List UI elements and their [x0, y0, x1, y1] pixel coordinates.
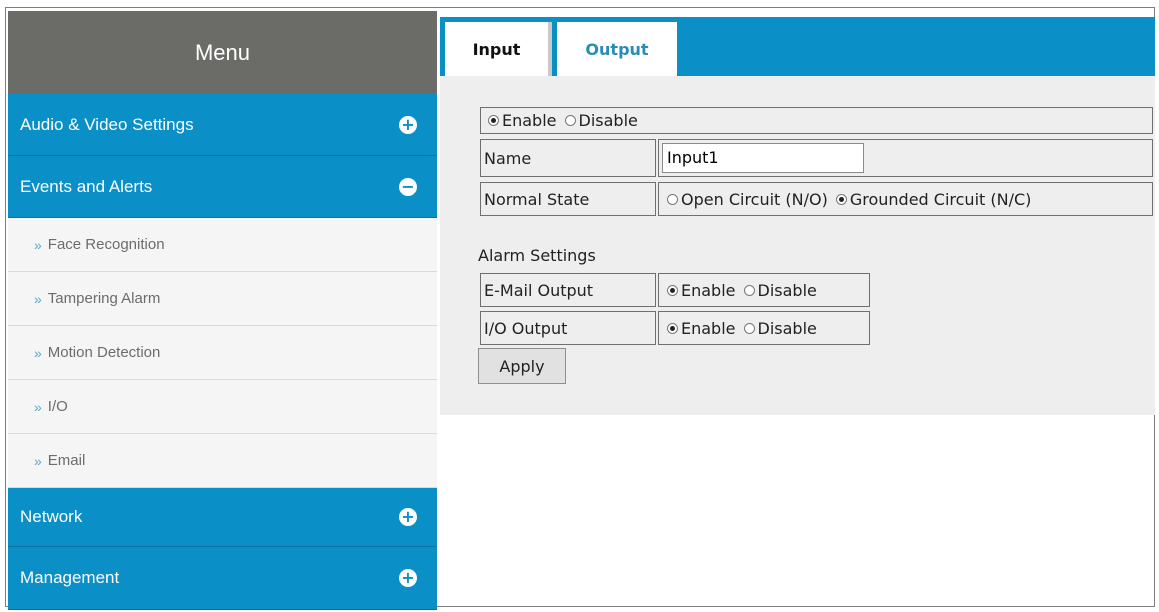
- email-output-label-cell: E-Mail Output: [480, 273, 656, 307]
- sidebar-item-label: Face Recognition: [47, 236, 165, 253]
- sidebar: Menu Audio & Video Settings + Events and…: [8, 11, 437, 610]
- chevron-right-icon: »: [34, 344, 42, 361]
- tab-output[interactable]: Output: [557, 22, 677, 76]
- sidebar-section-management[interactable]: Management +: [8, 547, 437, 610]
- sidebar-section-label: Management: [20, 568, 120, 587]
- tab-label: Input: [472, 39, 521, 59]
- io-output-enable-radio[interactable]: [667, 322, 678, 334]
- io-output-disable-radio[interactable]: [743, 322, 755, 334]
- io-output-label-cell: I/O Output: [480, 311, 656, 345]
- plus-circle-icon[interactable]: +: [399, 569, 417, 587]
- alarm-settings-title: Alarm Settings: [478, 246, 596, 265]
- email-enable-label: Enable: [681, 280, 736, 300]
- sidebar-section-events-alerts[interactable]: Events and Alerts −: [8, 156, 437, 218]
- sidebar-section-network[interactable]: Network +: [8, 488, 437, 547]
- plus-circle-icon[interactable]: +: [399, 115, 417, 134]
- sidebar-item-motion-detection[interactable]: » Motion Detection: [8, 326, 437, 380]
- sidebar-section-label: Audio & Video Settings: [20, 114, 194, 134]
- enable-radio[interactable]: [488, 115, 499, 126]
- sidebar-section-label: Network: [20, 507, 83, 526]
- sidebar-item-io[interactable]: » I/O: [8, 380, 437, 434]
- email-output-enable-radio[interactable]: [667, 284, 678, 296]
- minus-circle-icon[interactable]: −: [399, 177, 417, 196]
- name-label: Name: [484, 148, 532, 168]
- chevron-right-icon: »: [34, 236, 42, 253]
- email-output-label: E-Mail Output: [484, 280, 594, 300]
- sidebar-item-email[interactable]: » Email: [8, 434, 437, 488]
- disable-radio[interactable]: [564, 115, 576, 126]
- email-disable-label: Disable: [757, 280, 817, 300]
- name-label-cell: Name: [480, 139, 656, 177]
- grounded-circuit-label: Grounded Circuit (N/C): [849, 189, 1032, 209]
- grounded-circuit-radio[interactable]: [835, 193, 847, 205]
- name-input[interactable]: Input1: [662, 143, 864, 173]
- sidebar-item-label: Tampering Alarm: [47, 290, 161, 307]
- email-output-options: Enable Disable: [658, 273, 870, 307]
- email-output-disable-radio[interactable]: [743, 284, 755, 296]
- open-circuit-label: Open Circuit (N/O): [681, 189, 828, 209]
- tab-label: Output: [585, 39, 649, 59]
- sidebar-item-label: Motion Detection: [47, 344, 161, 361]
- sidebar-item-label: I/O: [47, 398, 68, 415]
- enable-row: Enable Disable: [480, 107, 1153, 134]
- menu-title: Menu: [194, 39, 251, 65]
- sidebar-item-label: Email: [47, 452, 86, 469]
- sidebar-item-tampering-alarm[interactable]: » Tampering Alarm: [8, 272, 437, 326]
- io-enable-label: Enable: [681, 318, 736, 338]
- io-disable-label: Disable: [757, 318, 817, 338]
- tab-input[interactable]: Input: [445, 22, 552, 76]
- sidebar-section-audio-video[interactable]: Audio & Video Settings +: [8, 94, 437, 156]
- tab-bar: Input Output: [440, 17, 1155, 76]
- plus-circle-icon[interactable]: +: [399, 508, 417, 526]
- sidebar-item-face-recognition[interactable]: » Face Recognition: [8, 218, 437, 272]
- normal-state-options: Open Circuit (N/O) Grounded Circuit (N/C…: [658, 182, 1153, 216]
- sidebar-section-label: Events and Alerts: [20, 176, 153, 196]
- chevron-right-icon: »: [34, 290, 42, 307]
- io-output-options: Enable Disable: [658, 311, 870, 345]
- chevron-right-icon: »: [34, 398, 42, 415]
- disable-label: Disable: [578, 111, 638, 130]
- input-settings-panel: Enable Disable Name Input1 Normal State …: [440, 76, 1155, 415]
- menu-header: Menu: [8, 11, 437, 94]
- open-circuit-radio[interactable]: [667, 193, 678, 205]
- normal-state-label: Normal State: [484, 189, 590, 209]
- enable-label: Enable: [502, 111, 557, 130]
- apply-label: Apply: [499, 356, 545, 376]
- io-output-label: I/O Output: [484, 318, 568, 338]
- chevron-right-icon: »: [34, 452, 42, 469]
- normal-state-label-cell: Normal State: [480, 182, 656, 216]
- apply-button[interactable]: Apply: [478, 348, 566, 384]
